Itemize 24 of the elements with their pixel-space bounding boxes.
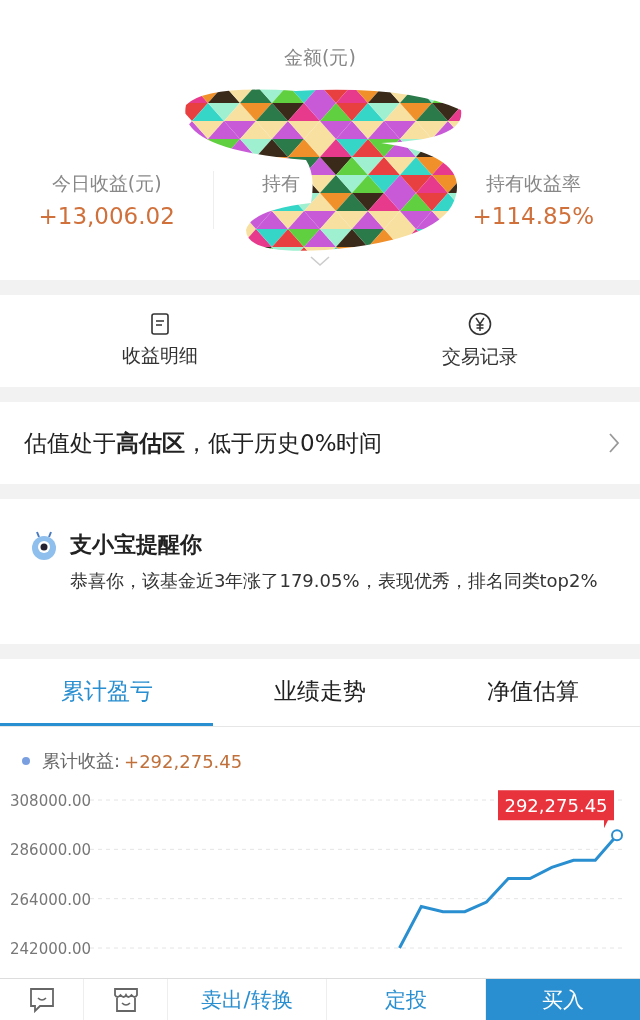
chart-tab[interactable]: 净值估算 [426, 659, 640, 726]
action-label[interactable]: 交易记录 [442, 344, 518, 370]
chart-tab[interactable]: 累计盈亏 [0, 659, 214, 726]
buy-button[interactable]: 买入 [486, 979, 640, 1020]
reminder-text: 恭喜你，该基金近3年涨了179.05%，表现优秀，排名同类top2% [70, 569, 599, 593]
stat-label: 今日收益(元) [51, 171, 162, 196]
bar-action-link[interactable]: 卖出/转换 [201, 985, 293, 1014]
axis-label: 242000.00 [10, 940, 92, 958]
chart-tab[interactable]: 业绩走势 [213, 659, 427, 726]
reminder-title: 支小宝提醒你 [70, 531, 202, 559]
stat-value: +114.85% [472, 203, 595, 229]
action-label[interactable]: 收益明细 [122, 343, 198, 369]
legend-label: 累计收益: [42, 749, 121, 773]
stat-value: +13,006.02 [38, 203, 175, 229]
axis-label: 264000.00 [10, 890, 92, 909]
stat-label: 持有收益率 [485, 171, 581, 196]
annotation: 292,275.45 [504, 795, 608, 817]
amount-label: 金额(元) [284, 45, 356, 70]
value-tag: 292,275.45 [498, 790, 614, 829]
axis-label: 286000.00 [10, 841, 92, 860]
stat-label: 持有 [262, 171, 301, 196]
bar-action-link[interactable]: 定投 [385, 985, 427, 1014]
legend-value: +292,275.45 [124, 750, 243, 772]
axis-label: 308000.00 [10, 792, 92, 810]
